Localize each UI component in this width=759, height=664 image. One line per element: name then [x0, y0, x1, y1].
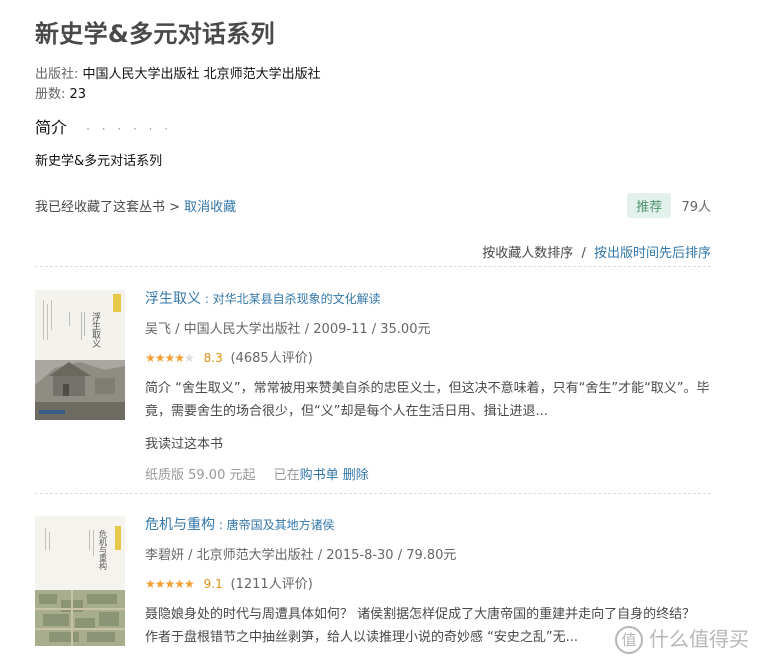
site-watermark: 值什么值得买 — [615, 623, 749, 654]
rating-votes[interactable]: (1211人评价) — [231, 577, 313, 592]
count-value: 23 — [69, 87, 87, 102]
book-cover[interactable]: 危机与重构 — [35, 516, 125, 646]
delete-link[interactable]: 删除 — [343, 468, 369, 483]
intro-dots: · · · · · · — [86, 122, 173, 136]
book-pub-info: 李碧妍 / 北京师范大学出版社 / 2015-8-30 / 79.80元 — [145, 548, 457, 563]
book-subtitle: : 对华北某县自杀现象的文化解读 — [201, 292, 381, 306]
divider — [35, 493, 711, 494]
book-subtitle: : 唐帝国及其地方诸侯 — [215, 518, 335, 532]
book-title-main[interactable]: 危机与重构 — [145, 517, 215, 533]
intro-heading-label: 简介 — [35, 118, 68, 137]
stars-on: ★★★★★ — [145, 577, 195, 591]
series-page: 新史学&多元对话系列 出版社: 中国人民大学出版社 北京师范大学出版社 册数: … — [35, 0, 711, 664]
cover-title-text: 浮生取义 — [90, 311, 101, 348]
watermark-logo-icon: 值 — [615, 626, 643, 654]
buy-info: 纸质版 59.00 元起 已在购书单 删除 — [145, 464, 711, 483]
book-title-main[interactable]: 浮生取义 — [145, 291, 201, 307]
book-cover[interactable]: 浮生取义 — [35, 290, 125, 420]
stars-on: ★★★★ — [145, 351, 185, 365]
series-publisher: 出版社: 中国人民大学出版社 北京师范大学出版社 — [35, 63, 321, 82]
sort-by-date-link[interactable]: 按出版时间先后排序 — [594, 246, 711, 261]
book-description: 简介 “舍生取义”，常常被用来赞美自杀的忠臣义士，但这决不意味着，只有“舍生”才… — [145, 381, 710, 419]
uncollect-link[interactable]: 取消收藏 — [184, 200, 236, 215]
sort-bar: 按收藏人数排序 / 按出版时间先后排序 — [482, 242, 711, 261]
divider — [35, 266, 711, 267]
publisher-label: 出版社: — [35, 67, 79, 82]
book-info: 浮生取义 : 对华北某县自杀现象的文化解读 吴飞 / 中国人民大学出版社 / 2… — [145, 288, 711, 483]
book-cover-image: 浮生取义 — [35, 290, 125, 420]
page-title: 新史学&多元对话系列 — [35, 20, 275, 48]
series-volume-count: 册数: 23 — [35, 83, 86, 102]
collect-status: 我已经收藏了这套丛书 > 取消收藏 — [35, 196, 236, 215]
rating-stars-icon: ★★★★★ — [145, 351, 195, 365]
count-label: 册数: — [35, 87, 66, 102]
read-status: 我读过这本书 — [145, 437, 224, 452]
watermark-text: 什么值得买 — [649, 626, 749, 651]
recommend-count: 79人 — [681, 200, 711, 215]
in-cart-prefix: 已在 — [273, 468, 300, 483]
publisher-value: 中国人民大学出版社 北京师范大学出版社 — [82, 67, 321, 82]
book-rating: ★★★★★ 8.3 (4685人评价) — [145, 347, 711, 366]
rating-score: 9.1 — [203, 577, 223, 591]
intro-heading: 简介 · · · · · · — [35, 114, 172, 138]
rating-votes[interactable]: (4685人评价) — [231, 351, 313, 366]
sort-by-collect[interactable]: 按收藏人数排序 — [482, 246, 573, 261]
recommend-area: 推荐 79人 — [627, 193, 711, 218]
paper-price[interactable]: 纸质版 59.00 元起 — [145, 468, 255, 483]
collected-text: 我已经收藏了这套丛书 > — [35, 200, 181, 215]
book-pub-info: 吴飞 / 中国人民大学出版社 / 2009-11 / 35.00元 — [145, 322, 431, 337]
rating-stars-icon: ★★★★★ — [145, 577, 195, 591]
rating-score: 8.3 — [203, 351, 223, 365]
cart-link[interactable]: 购书单 — [300, 468, 339, 483]
sort-separator: / — [581, 246, 586, 261]
book-title[interactable]: 危机与重构 : 唐帝国及其地方诸侯 — [145, 514, 711, 534]
recommend-button[interactable]: 推荐 — [627, 193, 672, 218]
book-rating: ★★★★★ 9.1 (1211人评价) — [145, 573, 711, 592]
book-title[interactable]: 浮生取义 : 对华北某县自杀现象的文化解读 — [145, 288, 711, 308]
stars-off: ★ — [184, 351, 195, 365]
intro-text: 新史学&多元对话系列 — [35, 154, 163, 169]
cover-title-text: 危机与重构 — [99, 529, 108, 571]
book-cover-image: 危机与重构 — [35, 516, 125, 646]
